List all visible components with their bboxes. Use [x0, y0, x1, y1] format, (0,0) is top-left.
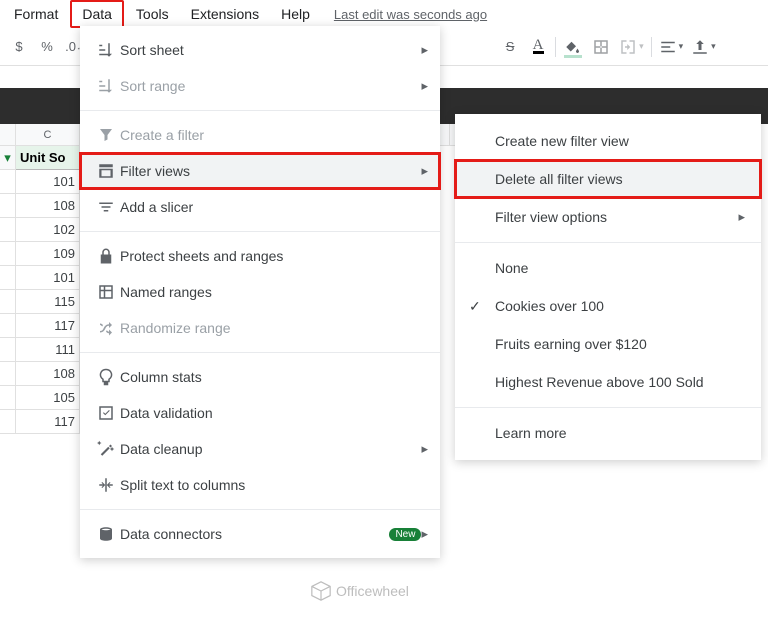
- menu-split-text[interactable]: Split text to columns: [80, 467, 440, 503]
- menu-tools[interactable]: Tools: [126, 2, 179, 26]
- watermark-logo-icon: [310, 580, 332, 602]
- strikethrough-button[interactable]: S: [497, 34, 523, 60]
- menu-extensions[interactable]: Extensions: [181, 2, 269, 26]
- data-cell[interactable]: 117: [16, 314, 80, 338]
- data-cell[interactable]: 102: [16, 218, 80, 242]
- submenu-learn-more[interactable]: Learn more: [455, 414, 761, 452]
- submenu-arrow-icon: ▸: [738, 209, 745, 225]
- data-validation-icon: [97, 404, 115, 422]
- data-cell[interactable]: 101: [16, 170, 80, 194]
- data-cell[interactable]: 105: [16, 386, 80, 410]
- submenu-arrow-icon: ▸: [421, 163, 428, 179]
- submenu-delete-all-filter-views[interactable]: Delete all filter views: [455, 160, 761, 198]
- horizontal-align-button[interactable]: ▾: [656, 34, 687, 60]
- data-menu-dropdown: Sort sheet ▸ Sort range ▸ Create a filte…: [80, 26, 440, 558]
- toolbar-separator: [555, 37, 556, 57]
- check-icon: ✓: [469, 298, 481, 315]
- filter-views-icon: [97, 162, 115, 180]
- col-header-c[interactable]: C: [16, 124, 80, 146]
- menu-separator: [80, 509, 440, 510]
- shuffle-icon: [97, 319, 115, 337]
- named-ranges-icon: [97, 283, 115, 301]
- toolbar-separator: [651, 37, 652, 57]
- submenu-filter-cookies[interactable]: ✓ Cookies over 100: [455, 287, 761, 325]
- submenu-filter-highest-revenue[interactable]: Highest Revenue above 100 Sold: [455, 363, 761, 401]
- data-cell[interactable]: 108: [16, 194, 80, 218]
- database-icon: [97, 525, 115, 543]
- funnel-icon: [97, 126, 115, 144]
- menu-named-ranges[interactable]: Named ranges: [80, 274, 440, 310]
- submenu-arrow-icon: ▸: [421, 526, 428, 542]
- menu-protect-sheets[interactable]: Protect sheets and ranges: [80, 238, 440, 274]
- sort-range-icon: [97, 77, 115, 95]
- percent-button[interactable]: %: [34, 34, 60, 60]
- menu-column-stats[interactable]: Column stats: [80, 359, 440, 395]
- fill-color-button[interactable]: [560, 34, 586, 60]
- submenu-filter-none[interactable]: None: [455, 249, 761, 287]
- menubar: Format Data Tools Extensions Help Last e…: [0, 0, 768, 28]
- menu-create-filter: Create a filter: [80, 117, 440, 153]
- data-cell[interactable]: 117: [16, 410, 80, 434]
- menu-separator: [80, 352, 440, 353]
- split-icon: [97, 476, 115, 494]
- filter-indicator[interactable]: ▾: [0, 146, 16, 170]
- menu-data-validation[interactable]: Data validation: [80, 395, 440, 431]
- last-edit-link[interactable]: Last edit was seconds ago: [334, 7, 487, 22]
- menu-sort-sheet[interactable]: Sort sheet ▸: [80, 32, 440, 68]
- vertical-align-button[interactable]: ▾: [688, 34, 719, 60]
- align-left-icon: [659, 38, 677, 56]
- sort-sheet-icon: [97, 41, 115, 59]
- menu-separator: [80, 231, 440, 232]
- menu-randomize-range: Randomize range: [80, 310, 440, 346]
- data-cell[interactable]: 115: [16, 290, 80, 314]
- submenu-filter-view-options[interactable]: Filter view options ▸: [455, 198, 761, 236]
- v-align-icon: [691, 38, 709, 56]
- slicer-icon: [97, 198, 115, 216]
- submenu-create-new-filter-view[interactable]: Create new filter view: [455, 122, 761, 160]
- menu-separator: [80, 110, 440, 111]
- submenu-filter-fruits[interactable]: Fruits earning over $120: [455, 325, 761, 363]
- text-color-button[interactable]: A: [525, 34, 551, 60]
- lock-icon: [97, 247, 115, 265]
- menu-separator: [455, 407, 761, 408]
- merge-cells-button[interactable]: ▾: [616, 34, 647, 60]
- magic-wand-icon: [97, 440, 115, 458]
- lightbulb-icon: [97, 368, 115, 386]
- submenu-arrow-icon: ▸: [421, 78, 428, 94]
- watermark: Officewheel: [310, 580, 409, 602]
- filter-views-submenu: Create new filter view Delete all filter…: [455, 114, 761, 460]
- currency-button[interactable]: $: [6, 34, 32, 60]
- data-cell[interactable]: 108: [16, 362, 80, 386]
- menu-data-connectors[interactable]: Data connectors New ▸: [80, 516, 440, 552]
- merge-icon: [619, 38, 637, 56]
- borders-button[interactable]: [588, 34, 614, 60]
- submenu-arrow-icon: ▸: [421, 441, 428, 457]
- borders-icon: [592, 38, 610, 56]
- paint-bucket-icon: [564, 38, 582, 56]
- data-cell[interactable]: 101: [16, 266, 80, 290]
- header-cell-unit-sold[interactable]: Unit So: [16, 146, 80, 170]
- new-badge: New: [389, 528, 421, 541]
- menu-format[interactable]: Format: [4, 2, 68, 26]
- menu-help[interactable]: Help: [271, 2, 320, 26]
- row-corner: [0, 124, 16, 146]
- menu-filter-views[interactable]: Filter views ▸: [80, 153, 440, 189]
- submenu-arrow-icon: ▸: [421, 42, 428, 58]
- menu-data-cleanup[interactable]: Data cleanup ▸: [80, 431, 440, 467]
- data-cell[interactable]: 109: [16, 242, 80, 266]
- menu-sort-range: Sort range ▸: [80, 68, 440, 104]
- grid[interactable]: ▾ Unit So 101 108 102 109 101 115 117 11…: [0, 146, 80, 434]
- menu-data[interactable]: Data: [70, 0, 124, 28]
- menu-separator: [455, 242, 761, 243]
- menu-add-slicer[interactable]: Add a slicer: [80, 189, 440, 225]
- data-cell[interactable]: 111: [16, 338, 80, 362]
